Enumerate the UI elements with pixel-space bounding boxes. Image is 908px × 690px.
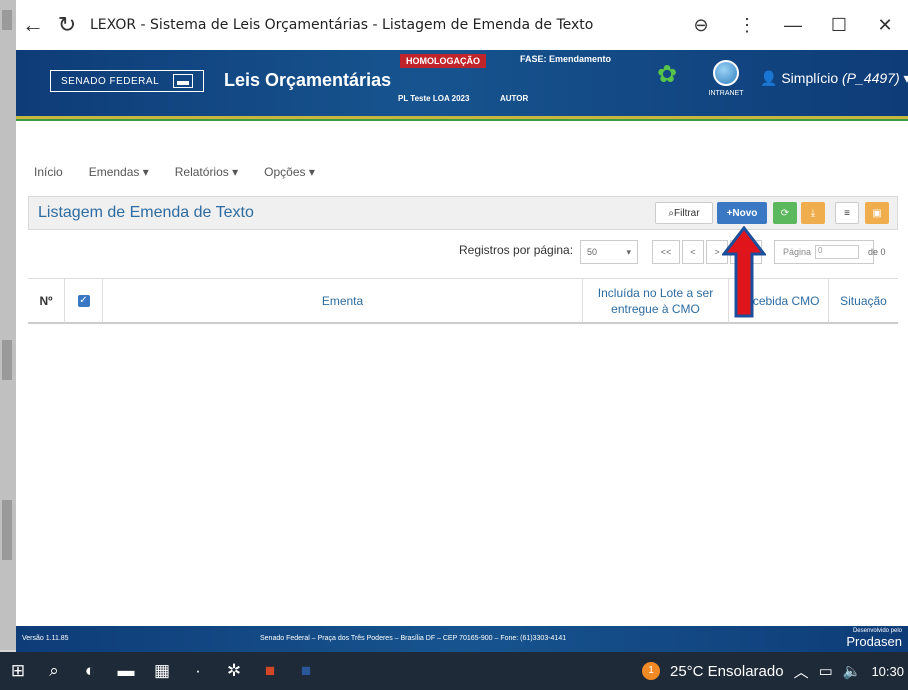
app-header: SENADO FEDERAL Leis Orçamentárias HOMOLO… xyxy=(16,50,908,116)
user-menu[interactable]: 👤 Simplício (P_4497) ▾ xyxy=(760,70,908,87)
more-menu-icon[interactable]: ⋮ xyxy=(724,0,770,50)
col-lote[interactable]: Incluída no Lote a ser entregue à CMO xyxy=(582,279,728,323)
refresh-button[interactable]: ⟳ xyxy=(773,202,797,224)
caret-down-icon: ▾ xyxy=(903,70,908,86)
table-header: Nº ✓ Ementa Incluída no Lote a ser entre… xyxy=(28,278,898,324)
phase-label: FASE: Emendamento xyxy=(520,54,612,64)
col-situacao[interactable]: Situação xyxy=(828,279,898,323)
records-per-page-select[interactable]: 50 ▾ xyxy=(580,240,638,264)
prev-page-button[interactable]: < xyxy=(682,240,704,264)
windows-start-icon[interactable]: ⊞ xyxy=(0,652,36,690)
menu-inicio[interactable]: Início xyxy=(34,165,63,179)
browser-window: ← ↻ LEXOR - Sistema de Leis Orçamentária… xyxy=(16,0,908,652)
back-icon[interactable]: ← xyxy=(16,8,50,42)
project-label: PL Teste LOA 2023 xyxy=(398,94,470,103)
close-button[interactable]: ✕ xyxy=(862,0,908,50)
user-icon: 👤 xyxy=(760,70,778,86)
export-button[interactable]: ▣ xyxy=(865,202,889,224)
notification-badge[interactable]: 1 xyxy=(641,662,660,680)
list-icon: ≡ xyxy=(844,207,850,219)
calculator-icon[interactable]: ▦ xyxy=(144,652,180,690)
senado-logo[interactable]: SENADO FEDERAL xyxy=(50,70,205,92)
annotation-arrow-icon xyxy=(722,226,766,318)
word-icon[interactable]: ■ xyxy=(288,652,324,690)
file-explorer-icon[interactable]: ▬ xyxy=(108,652,144,690)
senado-logo-icon xyxy=(173,74,194,88)
chevron-down-icon: ▾ xyxy=(626,246,631,257)
settings-icon[interactable]: ✲ xyxy=(216,652,252,690)
app-title: Leis Orçamentárias xyxy=(224,70,392,90)
check-icon: ✓ xyxy=(77,295,90,307)
network-icon[interactable]: ▭ xyxy=(819,662,833,680)
main-menu: Início Emendas ▾ Relatórios ▾ Opções ▾ xyxy=(16,158,908,186)
refresh-icon: ⟳ xyxy=(780,207,790,219)
environment-badge: HOMOLOGAÇÃO xyxy=(400,54,486,68)
search-icon[interactable]: ⌕ xyxy=(36,652,72,690)
weather-label[interactable]: 25°C Ensolarado xyxy=(670,663,784,680)
windows-taskbar: ⊞ ⌕ ◐ ▬ ▦ · ✲ ■ ■ 1 25°C Ensolarado ︿ ▭ … xyxy=(0,652,908,690)
role-label: AUTOR xyxy=(500,94,529,103)
minimize-button[interactable]: — xyxy=(770,0,816,50)
chevron-up-icon[interactable]: ︿ xyxy=(794,661,809,682)
maximize-button[interactable]: ☐ xyxy=(816,0,862,50)
window-title: LEXOR - Sistema de Leis Orçamentárias - … xyxy=(90,17,594,33)
reload-icon[interactable]: ↻ xyxy=(50,8,84,42)
col-ementa[interactable]: Ementa xyxy=(102,279,582,323)
page-title: Listagem de Emenda de Texto xyxy=(38,204,254,221)
download-button[interactable]: ⤓ xyxy=(801,202,825,224)
clock[interactable]: 10:30 xyxy=(871,664,904,679)
address-label: Senado Federal – Praça dos Três Poderes … xyxy=(260,635,567,642)
page-input[interactable]: 0 xyxy=(815,245,860,259)
volume-icon[interactable]: 🔈 xyxy=(843,662,862,680)
settings-gear-icon[interactable]: ✿ xyxy=(656,63,678,87)
zoom-icon[interactable]: ⊖ xyxy=(678,0,724,50)
col-number[interactable]: Nº xyxy=(28,279,64,323)
download-icon: ⤓ xyxy=(810,207,816,219)
select-all-checkbox[interactable]: ✓ xyxy=(64,279,102,323)
menu-relatorios[interactable]: Relatórios ▾ xyxy=(175,165,238,179)
app-footer: Versão 1.11.85 Senado Federal – Praça do… xyxy=(16,626,908,652)
globe-icon xyxy=(713,60,739,86)
powerpoint-icon[interactable]: ■ xyxy=(252,652,288,690)
page-total: de 0 xyxy=(868,247,886,257)
prodasen-logo: Desenvolvido pelo Prodasen xyxy=(846,628,902,649)
panel-header: Listagem de Emenda de Texto ⌕ Filtrar +N… xyxy=(28,196,898,230)
menu-opcoes[interactable]: Opções ▾ xyxy=(264,165,315,179)
intranet-link[interactable]: INTRANET xyxy=(696,60,756,97)
header-stripe-green xyxy=(16,119,908,121)
list-view-button[interactable]: ≡ xyxy=(835,202,859,224)
new-button[interactable]: +Novo xyxy=(717,202,767,224)
system-tray: 1 25°C Ensolarado ︿ ▭ 🔈 10:30 xyxy=(641,652,908,690)
records-per-page-label: Registros por página: xyxy=(459,243,574,257)
left-edge xyxy=(0,0,16,650)
browser-titlebar: ← ↻ LEXOR - Sistema de Leis Orçamentária… xyxy=(16,0,908,50)
edge-browser-icon[interactable]: ◐ xyxy=(72,652,108,690)
screen: ← ↻ LEXOR - Sistema de Leis Orçamentária… xyxy=(0,0,908,690)
page-indicator: Página 0 xyxy=(774,240,874,264)
menu-emendas[interactable]: Emendas ▾ xyxy=(89,165,149,179)
filter-button[interactable]: ⌕ Filtrar xyxy=(655,202,713,224)
app-icon[interactable]: · xyxy=(180,652,216,690)
first-page-button[interactable]: << xyxy=(652,240,680,264)
export-icon: ▣ xyxy=(872,207,882,219)
version-label: Versão 1.11.85 xyxy=(22,635,69,642)
